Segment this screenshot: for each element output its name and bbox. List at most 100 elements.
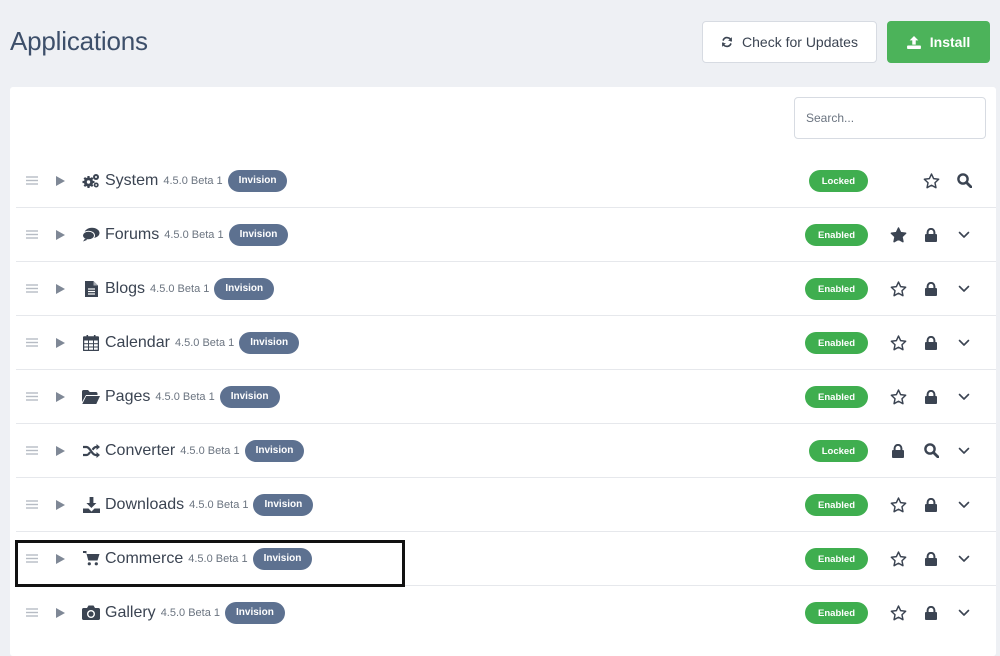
check-for-updates-button[interactable]: Check for Updates <box>702 21 877 63</box>
search-icon[interactable] <box>919 424 943 477</box>
drag-handle-icon[interactable] <box>26 478 38 531</box>
developer-badge: Invision <box>214 277 275 300</box>
chevron-down-icon[interactable] <box>952 208 976 261</box>
calendar-icon <box>82 316 100 369</box>
star-outline-icon[interactable] <box>886 316 910 369</box>
expand-arrow-icon[interactable] <box>56 424 65 477</box>
status-badge: Enabled <box>805 224 868 246</box>
status-badge: Enabled <box>805 332 868 354</box>
install-label: Install <box>929 34 971 50</box>
drag-handle-icon[interactable] <box>26 370 38 423</box>
lock-icon[interactable] <box>886 424 910 477</box>
app-name: Pages <box>105 387 151 405</box>
lock-icon[interactable] <box>919 586 943 639</box>
lock-icon[interactable] <box>919 478 943 531</box>
expand-arrow-icon[interactable] <box>56 370 65 423</box>
drag-handle-icon[interactable] <box>26 208 38 261</box>
app-row-calendar[interactable]: Calendar 4.5.0 Beta 1 Invision Enabled <box>16 316 996 370</box>
app-name: Forums <box>105 225 160 243</box>
app-name: Downloads <box>105 495 185 513</box>
developer-badge: Invision <box>252 547 313 570</box>
drag-handle-icon[interactable] <box>26 154 38 207</box>
applications-panel: System 4.5.0 Beta 1 Invision Locked Foru… <box>10 87 996 656</box>
drag-handle-icon[interactable] <box>26 586 38 639</box>
app-row-gallery[interactable]: Gallery 4.5.0 Beta 1 Invision Enabled <box>16 586 996 639</box>
drag-handle-icon[interactable] <box>26 316 38 369</box>
app-info: Blogs 4.5.0 Beta 1 Invision <box>105 262 275 315</box>
app-version: 4.5.0 Beta 1 <box>160 606 221 619</box>
chevron-down-icon[interactable] <box>952 370 976 423</box>
app-row-commerce[interactable]: Commerce 4.5.0 Beta 1 Invision Enabled <box>16 532 996 586</box>
page-title: Applications <box>10 26 148 56</box>
chevron-down-icon[interactable] <box>952 586 976 639</box>
app-row-pages[interactable]: Pages 4.5.0 Beta 1 Invision Enabled <box>16 370 996 424</box>
search-icon[interactable] <box>952 154 976 207</box>
app-row-downloads[interactable]: Downloads 4.5.0 Beta 1 Invision Enabled <box>16 478 996 532</box>
star-outline-icon[interactable] <box>919 154 943 207</box>
app-row-forums[interactable]: Forums 4.5.0 Beta 1 Invision Enabled <box>16 208 996 262</box>
developer-badge: Invision <box>244 439 305 462</box>
app-info: Calendar 4.5.0 Beta 1 Invision <box>105 316 300 369</box>
status-badge: Enabled <box>805 602 868 624</box>
developer-badge: Invision <box>253 493 314 516</box>
cogs-icon <box>82 154 100 207</box>
status-badge: Enabled <box>805 278 868 300</box>
drag-handle-icon[interactable] <box>26 532 38 585</box>
camera-icon <box>82 586 100 639</box>
app-info: Forums 4.5.0 Beta 1 Invision <box>105 208 289 261</box>
app-row-system[interactable]: System 4.5.0 Beta 1 Invision Locked <box>16 154 996 208</box>
app-name: Calendar <box>105 333 170 351</box>
app-row-converter[interactable]: Converter 4.5.0 Beta 1 Invision Locked <box>16 424 996 478</box>
developer-badge: Invision <box>227 169 288 192</box>
expand-arrow-icon[interactable] <box>56 262 65 315</box>
app-version: 4.5.0 Beta 1 <box>180 444 240 457</box>
shuffle-icon <box>82 424 100 477</box>
upload-icon <box>906 35 921 49</box>
chevron-down-icon[interactable] <box>952 262 976 315</box>
expand-arrow-icon[interactable] <box>56 478 65 531</box>
star-outline-icon[interactable] <box>886 262 910 315</box>
app-name: Gallery <box>105 603 156 621</box>
install-button[interactable]: Install <box>887 21 990 63</box>
drag-handle-icon[interactable] <box>26 424 38 477</box>
app-info: Commerce 4.5.0 Beta 1 Invision <box>105 532 313 585</box>
status-badge: Enabled <box>805 494 868 516</box>
drag-handle-icon[interactable] <box>26 262 38 315</box>
app-version: 4.5.0 Beta 1 <box>174 336 235 349</box>
app-name: System <box>105 171 159 189</box>
expand-arrow-icon[interactable] <box>56 154 65 207</box>
app-info: Pages 4.5.0 Beta 1 Invision <box>105 370 280 423</box>
chevron-down-icon[interactable] <box>952 478 976 531</box>
chevron-down-icon[interactable] <box>952 316 976 369</box>
search-input[interactable] <box>794 97 986 139</box>
app-info: System 4.5.0 Beta 1 Invision <box>105 154 288 207</box>
app-info: Downloads 4.5.0 Beta 1 Invision <box>105 478 314 531</box>
developer-badge: Invision <box>239 331 300 354</box>
expand-arrow-icon[interactable] <box>56 532 65 585</box>
status-badge: Locked <box>808 440 868 462</box>
app-version: 4.5.0 Beta 1 <box>188 552 248 565</box>
expand-arrow-icon[interactable] <box>56 208 65 261</box>
app-name: Converter <box>105 441 176 459</box>
developer-badge: Invision <box>228 223 289 246</box>
lock-icon[interactable] <box>919 316 943 369</box>
app-name: Blogs <box>105 279 146 297</box>
star-outline-icon[interactable] <box>886 532 910 585</box>
app-version: 4.5.0 Beta 1 <box>155 390 215 403</box>
expand-arrow-icon[interactable] <box>56 586 65 639</box>
star-outline-icon[interactable] <box>886 478 910 531</box>
star-filled-icon[interactable] <box>886 208 910 261</box>
expand-arrow-icon[interactable] <box>56 316 65 369</box>
star-outline-icon[interactable] <box>886 586 910 639</box>
lock-icon[interactable] <box>919 262 943 315</box>
status-badge: Locked <box>808 170 868 192</box>
lock-icon[interactable] <box>919 370 943 423</box>
chevron-down-icon[interactable] <box>952 424 976 477</box>
lock-icon[interactable] <box>919 532 943 585</box>
chevron-down-icon[interactable] <box>952 532 976 585</box>
app-row-blogs[interactable]: Blogs 4.5.0 Beta 1 Invision Enabled <box>16 262 996 316</box>
shopping-cart-icon <box>82 532 100 585</box>
star-outline-icon[interactable] <box>886 370 910 423</box>
app-version: 4.5.0 Beta 1 <box>150 282 210 295</box>
lock-icon[interactable] <box>919 208 943 261</box>
